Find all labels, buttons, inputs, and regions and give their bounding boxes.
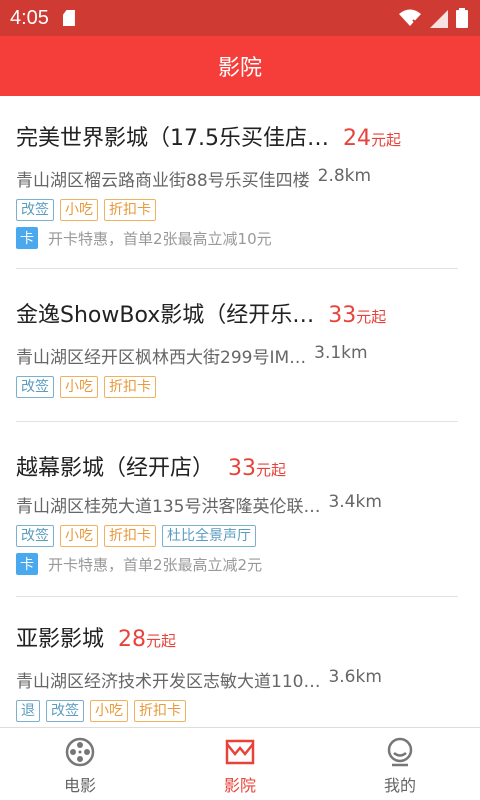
tag-dolby-atmos: 杜比全景声厅 xyxy=(162,525,256,547)
cinema-name: 完美世界影城（17.5乐买佳店… xyxy=(16,126,329,151)
cinema-address: 青山湖区桂苑大道135号洪客隆英伦联… xyxy=(16,497,321,517)
film-reel-icon xyxy=(65,737,95,767)
cinema-item[interactable]: 越幕影城（经开店） 33元起 青山湖区桂苑大道135号洪客隆英伦联… 3.4km… xyxy=(16,422,458,597)
sd-card-icon xyxy=(62,10,75,26)
price-value: 24 xyxy=(343,126,371,151)
cinema-price: 24元起 xyxy=(343,126,401,151)
tag-gaiqian: 改签 xyxy=(16,199,54,221)
cinema-name: 越幕影城（经开店） xyxy=(16,456,215,481)
status-icons xyxy=(398,8,468,28)
cinema-name: 亚影影城 xyxy=(16,627,105,652)
price-value: 33 xyxy=(228,456,257,481)
cinema-address: 青山湖区经开区枫林西大街299号IM… xyxy=(16,348,307,368)
cinema-distance: 3.4km xyxy=(328,492,382,512)
price-value: 33 xyxy=(328,303,357,328)
battery-icon xyxy=(456,8,468,28)
cinema-tags: 改签 小吃 折扣卡 xyxy=(16,376,156,398)
wifi-icon xyxy=(399,9,421,27)
tag-refund: 退 xyxy=(16,700,40,722)
cinema-tags: 改签 小吃 折扣卡 杜比全景声厅 xyxy=(16,525,256,547)
tag-discount-card: 折扣卡 xyxy=(104,525,156,547)
cinema-address: 青山湖区榴云路商业街88号乐买佳四楼 xyxy=(16,171,310,191)
cinema-distance: 3.6km xyxy=(328,667,382,687)
tag-snack: 小吃 xyxy=(90,700,128,722)
tab-mine-label: 我的 xyxy=(383,776,416,795)
cinema-list[interactable]: 完美世界影城（17.5乐买佳店… 24元起 青山湖区榴云路商业街88号乐买佳四楼… xyxy=(0,96,480,728)
status-time: 4:05 xyxy=(10,6,49,29)
cinema-address: 青山湖区经济技术开发区志敏大道110… xyxy=(16,672,321,692)
signal-icon xyxy=(430,10,448,28)
price-unit: 元起 xyxy=(146,632,177,650)
cinema-price: 33元起 xyxy=(228,456,286,481)
promo-text: 开卡特惠，首单2张最高立减2元 xyxy=(48,555,263,574)
tag-discount-card: 折扣卡 xyxy=(134,700,186,722)
cinema-item[interactable]: 金逸ShowBox影城（经开乐… 33元起 青山湖区经开区枫林西大街299号IM… xyxy=(16,269,458,422)
tag-gaiqian: 改签 xyxy=(46,700,84,722)
cinema-price: 28元起 xyxy=(118,627,176,652)
tag-snack: 小吃 xyxy=(60,525,98,547)
cinema-screen-icon xyxy=(225,739,255,765)
price-unit: 元起 xyxy=(256,461,287,479)
tag-gaiqian: 改签 xyxy=(16,525,54,547)
user-face-icon xyxy=(387,737,413,767)
promo-text: 开卡特惠，首单2张最高立减10元 xyxy=(48,229,272,248)
card-badge-icon: 卡 xyxy=(16,553,38,575)
price-value: 28 xyxy=(118,627,147,652)
cinema-tags: 退 改签 小吃 折扣卡 xyxy=(16,700,186,722)
bottom-tab-bar: 电影 影院 我的 xyxy=(0,727,480,800)
tag-discount-card: 折扣卡 xyxy=(104,199,156,221)
tab-movies[interactable]: 电影 xyxy=(0,728,160,800)
cinema-distance: 3.1km xyxy=(314,343,368,363)
cinema-price: 33元起 xyxy=(328,303,386,328)
cinema-name: 金逸ShowBox影城（经开乐… xyxy=(16,303,315,328)
app-bar: 影院 xyxy=(0,36,480,96)
cinema-distance: 2.8km xyxy=(317,166,372,186)
price-unit: 元起 xyxy=(356,308,387,326)
tab-movies-label: 电影 xyxy=(63,776,96,795)
cinema-item[interactable]: 完美世界影城（17.5乐买佳店… 24元起 青山湖区榴云路商业街88号乐买佳四楼… xyxy=(16,96,458,269)
cinema-tags: 改签 小吃 折扣卡 xyxy=(16,199,156,221)
cinema-promo: 卡 开卡特惠，首单2张最高立减10元 xyxy=(16,227,272,249)
tag-discount-card: 折扣卡 xyxy=(104,376,156,398)
tag-snack: 小吃 xyxy=(60,199,98,221)
card-badge-icon: 卡 xyxy=(16,227,38,249)
tag-snack: 小吃 xyxy=(60,376,98,398)
tab-mine[interactable]: 我的 xyxy=(320,728,480,800)
cinema-item[interactable]: 亚影影城 28元起 青山湖区经济技术开发区志敏大道110… 3.6km 退 改签… xyxy=(16,597,458,728)
cinema-promo: 卡 开卡特惠，首单2张最高立减2元 xyxy=(16,553,262,575)
page-title: 影院 xyxy=(217,56,262,81)
tag-gaiqian: 改签 xyxy=(16,376,54,398)
price-unit: 元起 xyxy=(371,131,402,149)
status-bar: 4:05 xyxy=(0,0,480,36)
tab-cinemas-label: 影院 xyxy=(223,776,256,795)
tab-cinemas[interactable]: 影院 xyxy=(160,728,320,800)
